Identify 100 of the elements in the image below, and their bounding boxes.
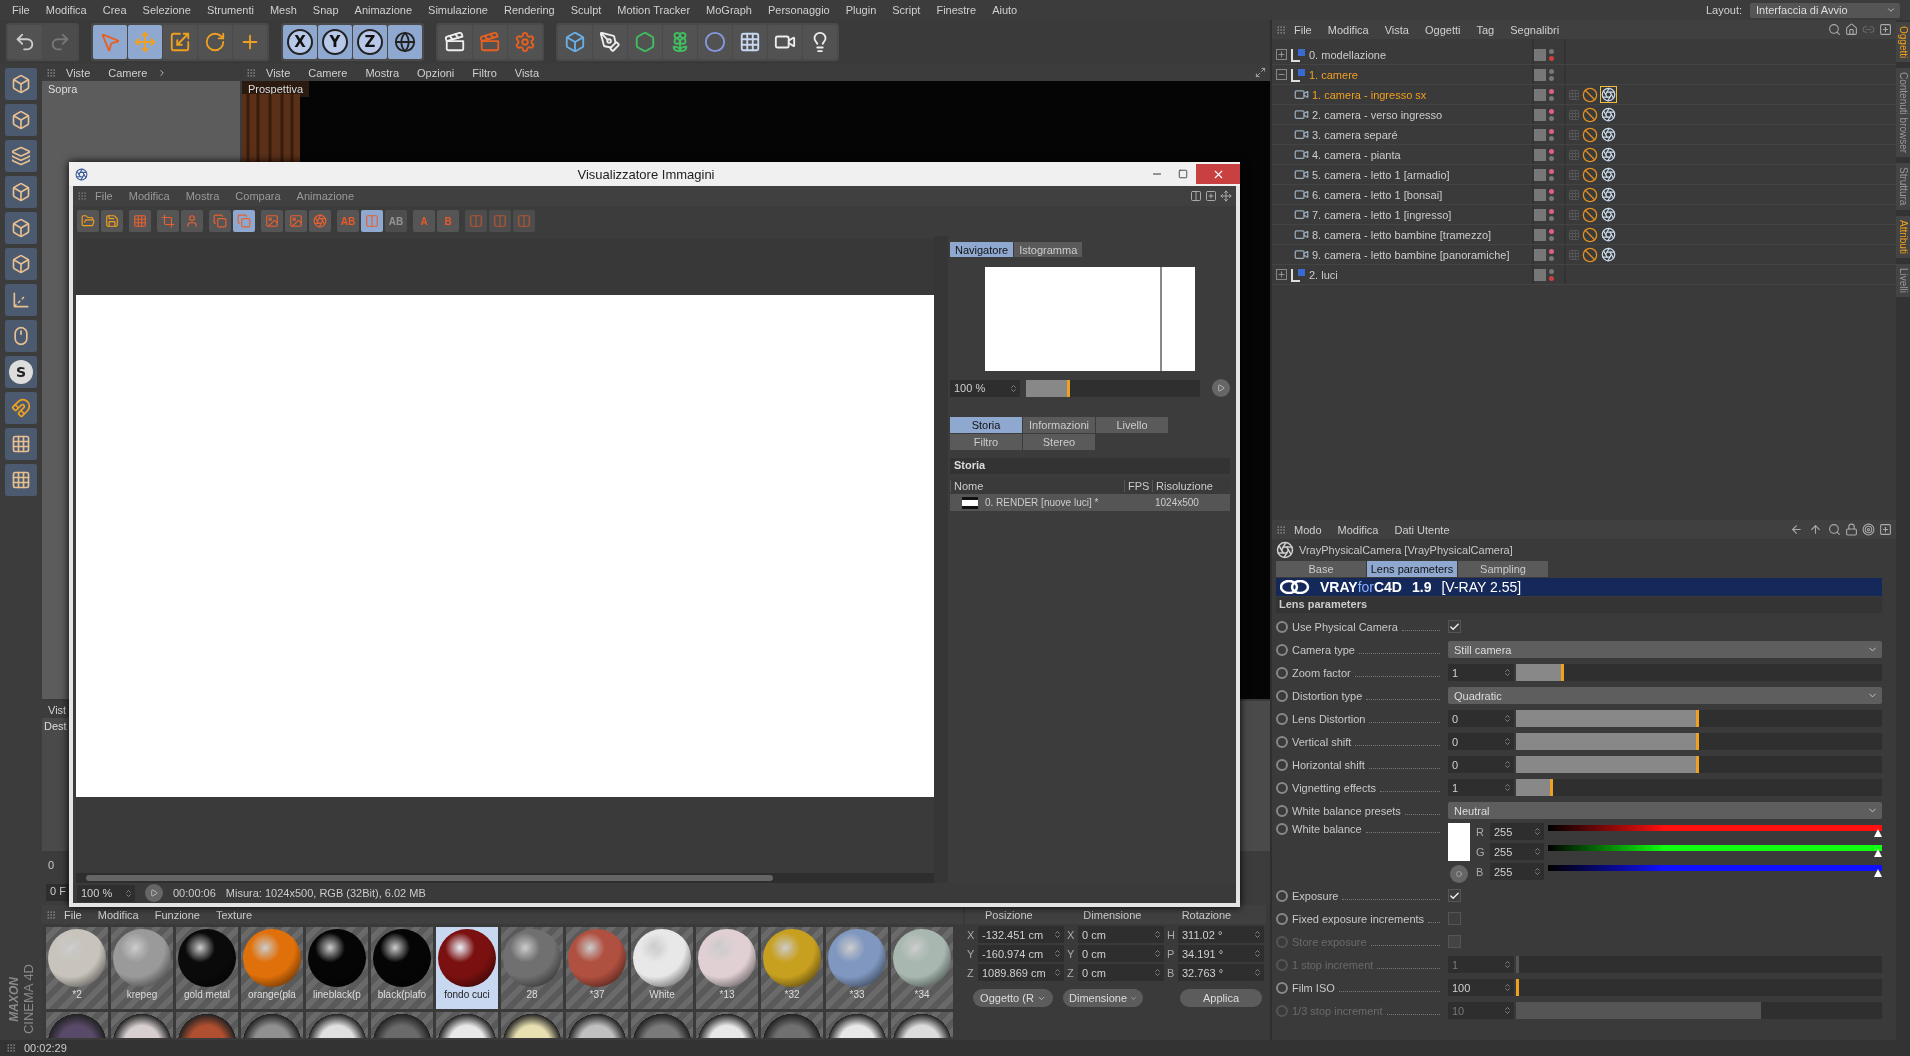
lock-icon[interactable] (1845, 523, 1858, 536)
camera-tag[interactable] (1600, 206, 1617, 223)
keyframe-icon[interactable] (1276, 689, 1288, 702)
slider[interactable] (1516, 779, 1882, 796)
save-button[interactable] (101, 210, 123, 232)
material-swatch[interactable]: orange(pla (241, 927, 303, 1009)
menu-item[interactable]: MoGraph (698, 4, 760, 16)
number-field[interactable]: 255 (1490, 843, 1544, 860)
camera-tag[interactable] (1600, 126, 1617, 143)
number-field[interactable]: 1 (1448, 779, 1514, 796)
copy-button[interactable] (209, 210, 231, 232)
material-swatch[interactable] (761, 1012, 823, 1038)
compositing-tag-icon[interactable] (1582, 166, 1598, 183)
new-panel-icon[interactable] (1879, 523, 1892, 536)
object-name[interactable]: 1. camere (1309, 68, 1358, 81)
number-field[interactable]: 0 cm (1078, 964, 1164, 981)
menu-item[interactable]: Segnalibri (1502, 23, 1568, 36)
material-swatch[interactable]: fondo cuci (436, 927, 498, 1009)
material-swatch[interactable]: *32 (761, 927, 823, 1009)
move-icon[interactable] (1220, 190, 1232, 202)
camera-tag[interactable] (1600, 246, 1617, 263)
expand-icon[interactable] (1276, 269, 1287, 280)
number-field[interactable]: 0 cm (1078, 945, 1164, 962)
menu-item[interactable]: Rendering (495, 4, 563, 16)
up-icon[interactable] (1809, 523, 1822, 536)
menu-item[interactable]: Vista (506, 66, 548, 79)
keyframe-icon[interactable] (1276, 735, 1288, 748)
menu-item[interactable]: Modifica (1319, 23, 1377, 36)
aperture-button[interactable] (309, 210, 331, 232)
number-field[interactable]: 0 (1448, 733, 1514, 750)
menu-item[interactable]: Finestre (928, 4, 985, 16)
material-swatch[interactable]: krepeg (111, 927, 173, 1009)
tab[interactable]: Sampling (1458, 561, 1548, 577)
menu-item[interactable]: Filtro (464, 66, 505, 79)
object-name[interactable]: 4. camera - pianta (1312, 148, 1401, 161)
material-swatch[interactable] (501, 1012, 563, 1038)
material-swatch[interactable] (46, 1012, 108, 1038)
new-panel-icon[interactable] (1879, 23, 1892, 36)
menu-item[interactable]: Sculpt (562, 4, 610, 16)
camera-tag[interactable] (1600, 146, 1617, 163)
menu-item[interactable]: Mesh (261, 4, 305, 16)
keyframe-icon[interactable] (1276, 889, 1288, 902)
number-field[interactable]: 1 (1448, 664, 1514, 681)
menu-item[interactable]: Viste (258, 66, 299, 79)
menu-item[interactable]: Viste (58, 66, 99, 79)
menu-item[interactable]: Animazione (346, 4, 421, 16)
menu-item[interactable]: Oggetti (1416, 23, 1469, 36)
camera-tag[interactable] (1600, 106, 1617, 123)
menu-item[interactable]: File (56, 908, 90, 921)
ellipse-button[interactable] (698, 25, 732, 59)
compositing-tag-icon[interactable] (1582, 246, 1598, 263)
number-field[interactable]: 311.02 ° (1178, 926, 1264, 943)
keyframe-icon[interactable] (1276, 666, 1288, 679)
camera-tag[interactable] (1600, 86, 1617, 103)
mode-dropdown[interactable]: Oggetto (R (973, 989, 1053, 1007)
object-name[interactable]: 9. camera - letto bambine [panoramiche] (1312, 248, 1510, 261)
rotate-button[interactable] (198, 25, 232, 59)
material-swatch[interactable]: *33 (826, 927, 888, 1009)
slider-thumb[interactable] (1874, 829, 1882, 837)
keyframe-icon[interactable] (1276, 643, 1288, 656)
layout-dropdown[interactable]: Interfaccia di Avvio (1750, 2, 1900, 18)
material-swatch[interactable] (371, 1012, 433, 1038)
image-button[interactable] (261, 210, 283, 232)
cube-tool-button[interactable] (5, 212, 37, 244)
number-field[interactable]: -132.451 cm (978, 926, 1064, 943)
tab[interactable]: Informazioni (1023, 417, 1095, 433)
slider[interactable] (1516, 664, 1882, 681)
column-header[interactable]: FPS (1124, 480, 1152, 492)
tab[interactable]: Lens parameters (1367, 561, 1457, 577)
tab[interactable]: Livello (1096, 417, 1168, 433)
object-name[interactable]: 2. luci (1309, 268, 1338, 281)
menu-item[interactable]: Texture (207, 908, 261, 921)
menu-item[interactable]: Selezione (134, 4, 199, 16)
lightbulb-button[interactable] (803, 25, 837, 59)
menu-item[interactable]: Plugin (837, 4, 885, 16)
material-swatch[interactable]: *37 (566, 927, 628, 1009)
menu-item[interactable]: Vista (1376, 23, 1417, 36)
color-swatch[interactable] (1448, 823, 1470, 861)
object-name[interactable]: 2. camera - verso ingresso (1312, 108, 1443, 121)
material-swatch[interactable]: *34 (891, 927, 953, 1009)
slider[interactable] (1516, 733, 1882, 750)
material-swatch[interactable] (631, 1012, 693, 1038)
expand-icon[interactable] (1276, 49, 1287, 60)
checkbox[interactable] (1448, 912, 1461, 925)
target-icon[interactable] (1862, 523, 1875, 536)
object-name[interactable]: 6. camera - letto 1 [bonsai] (1312, 188, 1443, 201)
gear-button[interactable] (508, 25, 542, 59)
side-tab[interactable]: Oggetti (1896, 22, 1910, 63)
frame-field[interactable]: 0 F (46, 883, 70, 901)
material-swatch[interactable]: *13 (696, 927, 758, 1009)
keyframe-icon[interactable] (1276, 981, 1288, 994)
material-swatch[interactable] (306, 1012, 368, 1038)
object-name[interactable]: 5. camera - letto 1 [armadio] (1312, 168, 1450, 181)
menu-item[interactable]: Tag (1468, 23, 1503, 36)
number-field[interactable]: 0 (1448, 756, 1514, 773)
search-icon[interactable] (1828, 23, 1841, 36)
column-header[interactable]: Risoluzione (1152, 480, 1230, 492)
menu-item[interactable]: Modo (1286, 523, 1330, 536)
number-field[interactable]: 255 (1490, 863, 1544, 880)
material-swatch[interactable]: gold metal (176, 927, 238, 1009)
